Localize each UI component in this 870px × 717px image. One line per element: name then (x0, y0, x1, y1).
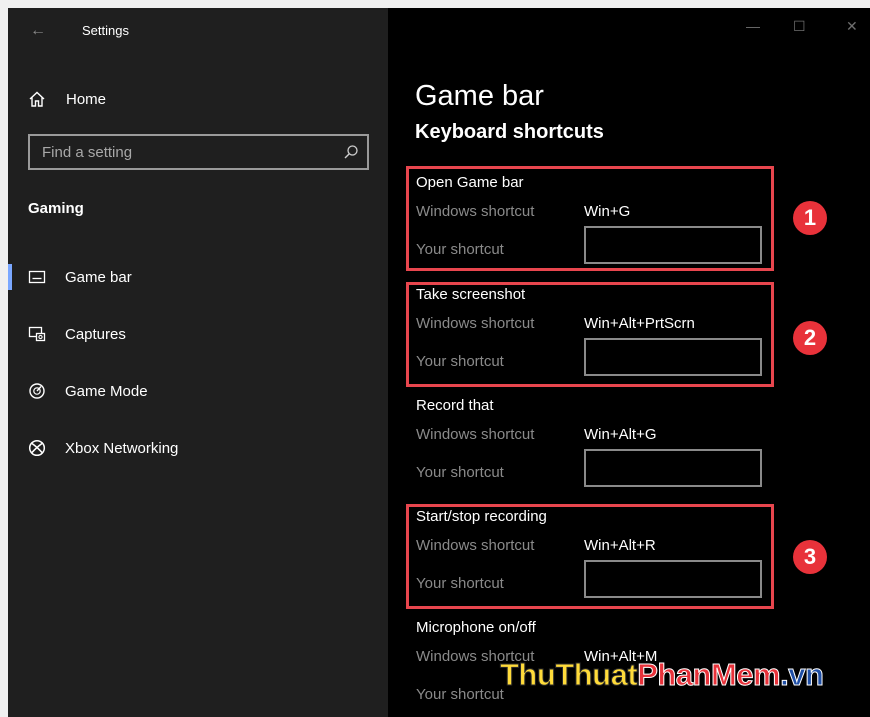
sidebar-item-label: Game bar (65, 268, 132, 286)
watermark-part-2: PhanMem (637, 657, 781, 693)
shortcut-group-open-game-bar: Open Game bar Windows shortcut Win+G You… (416, 174, 776, 284)
maximize-icon[interactable]: ☐ (793, 18, 806, 35)
sidebar: ← Settings Home Gaming Game bar (8, 8, 388, 717)
sidebar-item-home-label: Home (66, 90, 107, 108)
xbox-icon (28, 439, 46, 457)
selection-indicator (8, 264, 12, 290)
windows-shortcut-value: Win+Alt+G (584, 426, 657, 443)
windows-shortcut-label: Windows shortcut (416, 315, 535, 332)
your-shortcut-field[interactable] (584, 338, 762, 376)
home-icon (29, 91, 45, 107)
shortcut-group-record-that: Record that Windows shortcut Win+Alt+G Y… (416, 397, 776, 507)
sidebar-item-game-mode[interactable]: Game Mode (8, 376, 388, 406)
sidebar-item-captures[interactable]: Captures (8, 319, 388, 349)
your-shortcut-field[interactable] (584, 226, 762, 264)
shortcut-name: Open Game bar (416, 174, 524, 191)
windows-shortcut-value: Win+Alt+PrtScrn (584, 315, 695, 332)
app-title: Settings (82, 23, 129, 38)
shortcut-group-take-screenshot: Take screenshot Windows shortcut Win+Alt… (416, 286, 776, 396)
windows-shortcut-value: Win+G (584, 203, 631, 220)
sidebar-item-home[interactable]: Home (28, 88, 106, 110)
shortcut-name: Start/stop recording (416, 508, 547, 525)
page-title: Game bar (415, 80, 544, 112)
captures-icon (28, 326, 46, 342)
shortcut-name: Record that (416, 397, 494, 414)
your-shortcut-label: Your shortcut (416, 575, 504, 592)
settings-window: ← Settings Home Gaming Game bar (8, 8, 870, 717)
windows-shortcut-label: Windows shortcut (416, 203, 535, 220)
your-shortcut-label: Your shortcut (416, 686, 504, 703)
annotation-badge-3: 3 (793, 540, 827, 574)
search-icon[interactable] (343, 144, 359, 160)
section-heading-gaming: Gaming (28, 200, 84, 217)
shortcut-group-start-stop-recording: Start/stop recording Windows shortcut Wi… (416, 508, 776, 618)
search-input[interactable] (30, 136, 330, 168)
your-shortcut-field[interactable] (584, 560, 762, 598)
your-shortcut-label: Your shortcut (416, 241, 504, 258)
sidebar-item-label: Captures (65, 325, 126, 343)
windows-shortcut-label: Windows shortcut (416, 537, 535, 554)
annotation-badge-2: 2 (793, 321, 827, 355)
windows-shortcut-value: Win+Alt+R (584, 537, 656, 554)
sidebar-item-game-bar[interactable]: Game bar (8, 262, 388, 292)
windows-shortcut-label: Windows shortcut (416, 426, 535, 443)
sidebar-item-label: Xbox Networking (65, 439, 179, 457)
shortcut-name: Microphone on/off (416, 619, 536, 636)
annotation-badge-1: 1 (793, 201, 827, 235)
your-shortcut-label: Your shortcut (416, 353, 504, 370)
back-arrow-icon[interactable]: ← (30, 22, 46, 40)
minimize-icon[interactable]: — (746, 18, 760, 34)
close-icon[interactable]: ✕ (846, 18, 858, 35)
your-shortcut-field[interactable] (584, 449, 762, 487)
sidebar-item-label: Game Mode (65, 382, 148, 400)
section-title-keyboard-shortcuts: Keyboard shortcuts (415, 121, 604, 143)
content-pane: — ☐ ✕ Game bar Keyboard shortcuts Open G… (388, 8, 870, 717)
your-shortcut-label: Your shortcut (416, 464, 504, 481)
game-bar-icon (28, 270, 46, 284)
shortcut-name: Take screenshot (416, 286, 526, 303)
search-box (28, 134, 369, 170)
watermark-part-1: ThuThuat (499, 657, 638, 693)
watermark-part-3: .vn (780, 657, 825, 693)
watermark: ThuThuatPhanMem.vn (499, 657, 825, 693)
game-mode-icon (29, 383, 45, 399)
sidebar-item-xbox-networking[interactable]: Xbox Networking (8, 433, 388, 463)
